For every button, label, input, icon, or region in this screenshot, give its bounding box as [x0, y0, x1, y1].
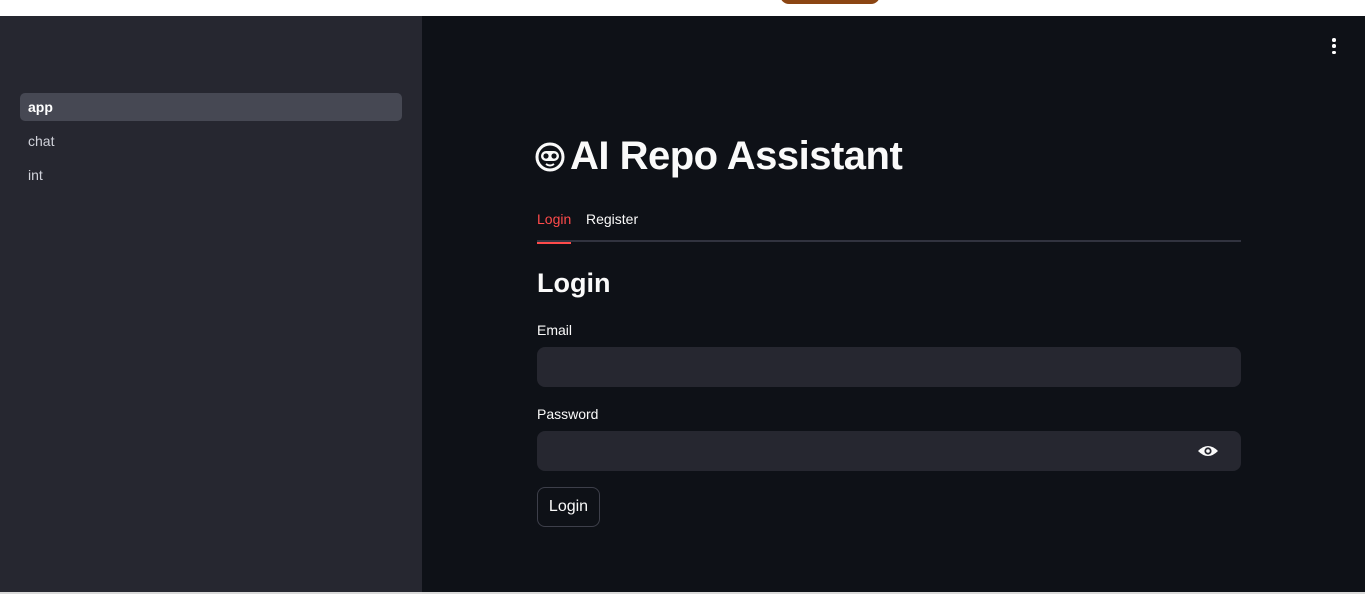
page-title: AI Repo Assistant — [534, 134, 903, 179]
tab-login[interactable]: Login — [537, 207, 572, 244]
page-title-text: AI Repo Assistant — [570, 134, 903, 178]
top-pill — [780, 0, 880, 4]
tab-register[interactable]: Register — [586, 207, 638, 242]
password-field[interactable] — [537, 431, 1241, 471]
sidebar-nav: app chat int — [20, 93, 402, 195]
login-button[interactable]: Login — [537, 487, 600, 527]
vertical-dots-icon[interactable] — [1329, 38, 1339, 54]
sidebar-item-chat[interactable]: chat — [20, 127, 402, 155]
tab-bar: Login Register — [537, 207, 1241, 244]
menu-dot — [1332, 38, 1336, 42]
browser-top-strip — [0, 0, 1365, 16]
menu-dot — [1332, 50, 1336, 54]
main-area: AI Repo Assistant Login Register Login E… — [422, 16, 1365, 592]
email-label: Email — [537, 322, 573, 338]
section-title: Login — [537, 268, 611, 298]
sidebar: app chat int — [0, 16, 422, 592]
app-window: app chat int AI Repo Assistant Login Reg… — [0, 16, 1365, 592]
eye-icon[interactable] — [1197, 444, 1219, 458]
sidebar-item-int[interactable]: int — [20, 161, 402, 189]
sidebar-item-app[interactable]: app — [20, 93, 402, 121]
robot-face-icon — [535, 142, 565, 171]
password-label: Password — [537, 406, 599, 422]
menu-dot — [1332, 44, 1336, 48]
email-field[interactable] — [537, 347, 1241, 387]
